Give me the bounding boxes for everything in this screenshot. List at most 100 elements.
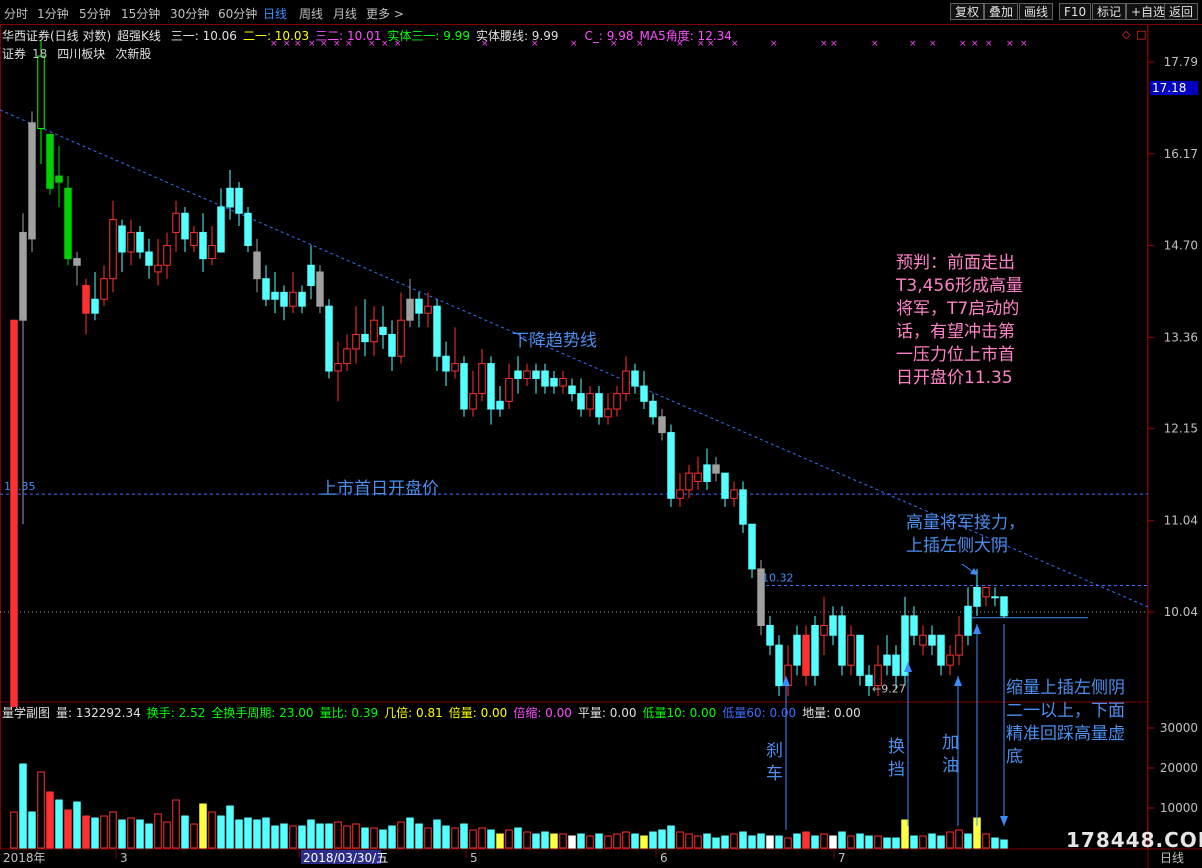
toolbar-button-3[interactable]: F10 [1059,3,1092,20]
candle-body-103 [937,634,945,666]
candle-body-49 [451,363,459,372]
volume-bar-103 [937,835,945,849]
candle-48 [442,341,450,387]
candle-30 [280,285,288,321]
candle-body-4 [46,133,54,189]
volume-stat-9: 低量10: 0.00 [642,706,717,720]
candle-body-60 [550,377,558,387]
candle-108 [982,586,990,607]
sub-tag-3: 次新股 [115,47,152,61]
volume-stat-1: 量: 132292.34 [56,706,141,720]
prediction-line-1: T3,456形成高量 [896,276,1024,296]
candle-body-9 [91,298,99,314]
candle-body-85 [775,644,783,687]
signal-marker-24: × [929,39,937,49]
volume-bar-48 [442,825,450,849]
volume-bar-16 [154,813,162,849]
signal-marker-21: × [830,39,838,49]
period-tab-7[interactable]: 周线 [299,5,323,22]
candle-body-21 [199,231,207,260]
volume-bar-29 [271,825,279,849]
resistance-label: 10.32 [762,572,794,585]
candle-body-10 [100,278,108,300]
candle-76 [694,456,702,490]
volume-tick-label-0: 30000 [1160,721,1198,735]
indicator-value-1: 二一: 10.03 [242,29,310,43]
candle-body-92 [838,615,846,666]
candle-15 [145,238,153,279]
volume-bar-4 [46,791,54,849]
volume-bar-76 [694,835,702,849]
date-tick-label-1: 3 [120,851,128,865]
shrink-note: 缩量上插左侧阴 二一以上，下面 精准回踩高量虚底 [1006,677,1125,769]
toolbar-button-1[interactable]: 叠加 [984,3,1019,20]
candle-body-74 [676,489,684,499]
toolbar-button-4[interactable]: 标记 [1092,3,1127,20]
volume-bar-18 [172,799,180,849]
candle-body-40 [370,319,378,343]
candle-81 [739,481,747,533]
candle-70 [640,371,648,410]
volume-bar-13 [127,817,135,849]
candle-53 [487,356,495,425]
candle-body-97 [883,654,891,666]
toolbar-button-6[interactable]: 返回 [1164,3,1199,20]
volume-bar-66 [604,835,612,849]
volume-bar-72 [658,829,666,849]
candle-34 [316,265,324,314]
candle-body-26 [244,212,252,246]
date-tick-label-2: 2018/03/30/五 [303,851,388,865]
volume-bar-79 [721,835,729,849]
toolbar-button-0[interactable]: 复权 [950,3,985,20]
period-tab-4[interactable]: 30分钟 [170,5,209,22]
period-tab-1[interactable]: 1分钟 [37,5,69,22]
volume-bar-89 [811,835,819,849]
candle-body-15 [145,251,153,266]
period-tab-0[interactable]: 分时 [4,5,28,22]
prediction-note: 预判：前面走出 T3,456形成高量 将军，T7启动的 话，有望冲击第 一压力位上市首日… [896,252,1023,390]
volume-bar-37 [343,825,351,849]
candle-body-90 [820,625,828,636]
period-tab-8[interactable]: 月线 [333,5,357,22]
candle-body-75 [685,472,693,491]
date-tick-label-5: 7 [838,851,846,865]
volume-bar-32 [298,825,306,849]
volume-bar-7 [73,801,81,849]
period-tab-6[interactable]: 日线 [263,5,287,22]
volume-bar-20 [190,823,198,849]
volume-bar-62 [568,835,576,849]
indicator-value-5: C_: 9.98 [584,29,634,43]
period-tab-3[interactable]: 15分钟 [121,5,160,22]
candle-45 [415,292,423,328]
candle-body-84 [766,625,774,646]
more-periods-button[interactable]: 更多 > [366,5,404,22]
candle-19 [181,206,189,252]
candle-body-0 [10,319,18,708]
prediction-line-0: 预判：前面走出 [896,253,1015,273]
signal-marker-26: × [971,39,979,49]
toolbar-button-2[interactable]: 画线 [1019,3,1054,20]
volume-bar-46 [424,827,432,849]
candle-body-73 [667,432,675,499]
volume-bar-43 [397,821,405,849]
volume-header: 量学副图 量: 132292.34 换手: 2.52 全换手周期: 23.00 量比: … [2,704,867,721]
signal-marker-28: × [1006,39,1014,49]
volume-bar-106 [964,833,972,849]
signal-marker-23: × [909,39,917,49]
candle-75 [685,464,693,499]
candle-body-94 [856,634,864,676]
volume-bar-14 [136,819,144,849]
candle-body-61 [559,377,567,387]
candle-6 [64,176,72,266]
volume-bar-65 [595,833,603,849]
period-tab-5[interactable]: 60分钟 [218,5,257,22]
volume-bar-94 [856,833,864,849]
candle-body-27 [253,251,261,280]
volume-bar-57 [523,831,531,849]
volume-bar-53 [487,829,495,849]
candle-body-36 [334,363,342,372]
volume-bar-58 [532,833,540,849]
candle-64 [586,386,594,417]
candle-80 [730,481,738,507]
period-tab-2[interactable]: 5分钟 [79,5,111,22]
